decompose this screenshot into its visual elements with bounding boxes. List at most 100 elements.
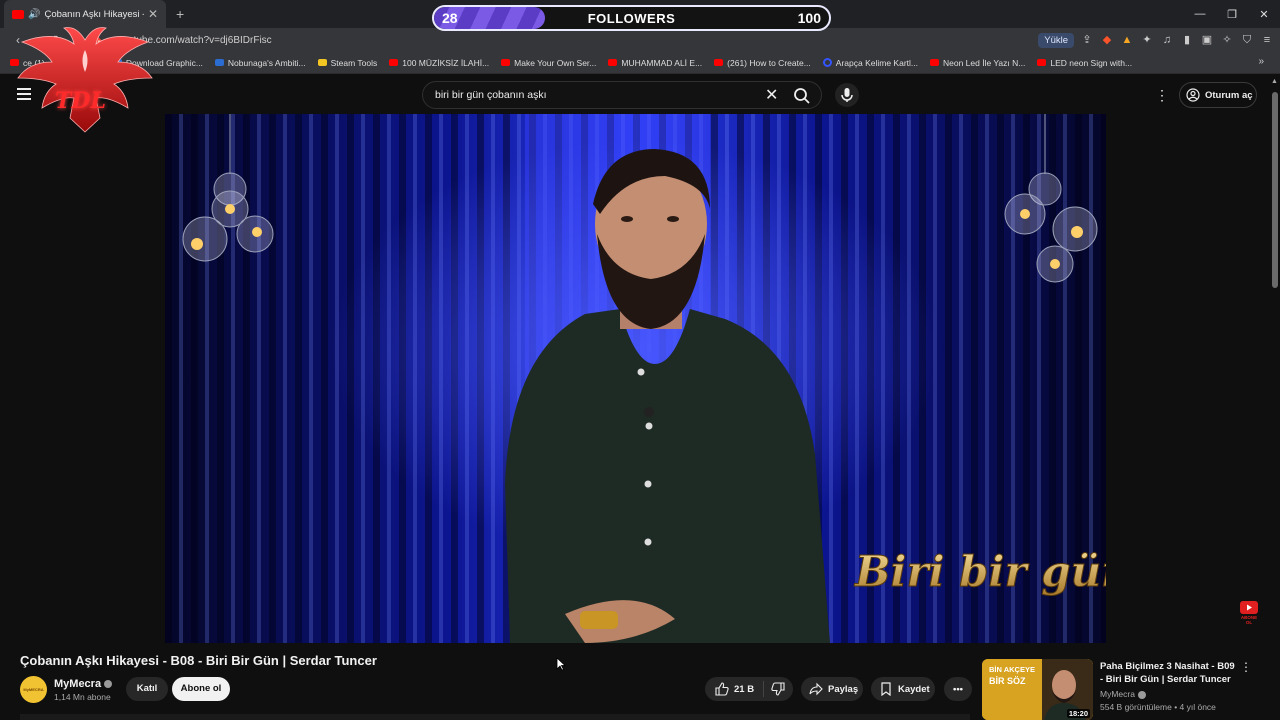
- bookmark-label: Neon Led İle Yazı N...: [942, 57, 1026, 68]
- followers-goal: 100: [797, 10, 821, 26]
- share-icon: [809, 682, 823, 696]
- restore-button[interactable]: ❐: [1216, 8, 1248, 21]
- bookmark-label: Arapça Kelime Kartl...: [835, 57, 918, 68]
- bookmarks-more-icon[interactable]: »: [1258, 56, 1264, 67]
- bookmark-label: Steam Tools: [330, 57, 378, 68]
- recommended-more-icon[interactable]: ⋮: [1240, 660, 1252, 674]
- bookmark-favicon-icon: [317, 59, 327, 66]
- account-icon: [1186, 88, 1200, 102]
- extensions-icon[interactable]: ✦: [1140, 33, 1154, 47]
- channel-avatar[interactable]: MyMECRA: [20, 676, 47, 703]
- address-bar: ‹ › ↻ ⌂ 🔖 utube.com/watch?v=dj6BIDrFisc …: [0, 28, 1280, 52]
- thumbnail-text-1: BİN AKÇEYE: [989, 665, 1035, 674]
- bookmark-favicon-icon: [929, 59, 939, 66]
- upload-button[interactable]: Yükle: [1038, 32, 1074, 48]
- thumbs-down-icon: [771, 682, 785, 696]
- music-icon[interactable]: ♫: [1160, 33, 1174, 47]
- menu-icon[interactable]: ≡: [1260, 33, 1274, 47]
- bookmark-label: 100 MÜZİKSİZ İLAHİ...: [402, 57, 490, 68]
- search-box[interactable]: biri bir gün çobanın aşkı ✕: [422, 81, 822, 109]
- microphone-icon: [841, 88, 853, 102]
- save-button[interactable]: Kaydet: [871, 677, 935, 701]
- logo-text: TDL: [55, 88, 106, 114]
- brave-shield-icon[interactable]: ◆: [1100, 33, 1114, 47]
- sign-in-label: Oturum aç: [1205, 89, 1253, 101]
- comments-divider: [20, 714, 970, 720]
- subscribe-button[interactable]: Abone ol: [172, 677, 230, 701]
- video-title: Çobanın Aşkı Hikayesi - B08 - Biri Bir G…: [20, 653, 377, 668]
- settings-more-icon[interactable]: ⋮: [1155, 87, 1169, 104]
- bookmark-label: Nobunaga's Ambiti...: [227, 57, 306, 68]
- browser-toolbar: Yükle ⇪ ◆ ▲ ✦ ♫ ▮ ▣ ✧ ⛉ ≡: [1038, 28, 1274, 52]
- recommended-video-meta: 554 B görüntüleme • 4 yıl önce: [1100, 702, 1216, 712]
- more-actions-button[interactable]: •••: [944, 677, 972, 701]
- bookmark-label: (261) How to Create...: [727, 57, 811, 68]
- svg-text:OL: OL: [1246, 620, 1253, 625]
- screen: 🔊 Çobanın Aşkı Hikayesi - B08 ✕ + — ❐ ✕ …: [0, 0, 1280, 720]
- minimize-button[interactable]: —: [1184, 8, 1216, 20]
- tdl-phoenix-logo: [17, 27, 153, 133]
- channel-name: MyMecra: [54, 678, 102, 690]
- search-input[interactable]: biri bir gün çobanın aşkı: [435, 89, 546, 101]
- subscribe-watermark-icon[interactable]: ABONE OL: [1238, 601, 1260, 625]
- ai-icon[interactable]: ✧: [1220, 33, 1234, 47]
- mouse-cursor-icon: [556, 657, 566, 671]
- speaker-icon[interactable]: 🔊: [28, 9, 40, 20]
- bookmark-label: Make Your Own Ser...: [514, 57, 597, 68]
- video-overlay-text: Biri bir gün: [854, 547, 1106, 596]
- bookmark-favicon-icon: [822, 58, 832, 67]
- recommended-channel[interactable]: MyMecra: [1100, 689, 1146, 699]
- channel-name-link[interactable]: MyMecra: [54, 678, 113, 690]
- bookmark-item[interactable]: Arapça Kelime Kartl...: [822, 57, 918, 68]
- youtube-header: biri bir gün çobanın aşkı ✕ ⋮ Oturum aç: [0, 75, 1280, 115]
- new-tab-button[interactable]: +: [176, 6, 184, 22]
- clear-search-icon[interactable]: ✕: [765, 85, 778, 105]
- tab-title: Çobanın Aşkı Hikayesi - B08: [44, 8, 143, 20]
- rewards-icon[interactable]: ▲: [1120, 33, 1134, 47]
- bookmark-item[interactable]: LED neon Sign with...: [1037, 58, 1132, 68]
- join-button[interactable]: Katıl: [126, 677, 168, 701]
- bookmark-item[interactable]: Nobunaga's Ambiti...: [214, 57, 306, 68]
- share-page-icon[interactable]: ⇪: [1080, 33, 1094, 47]
- page-scrollbar[interactable]: [1272, 92, 1278, 288]
- wallet-icon[interactable]: ▣: [1200, 33, 1214, 47]
- thumbs-up-icon: [715, 682, 729, 696]
- recommended-video-title[interactable]: Paha Biçilmez 3 Nasihat - B09 - Biri Bir…: [1100, 660, 1240, 686]
- subscriber-count: 1,14 Mn abone: [54, 692, 111, 702]
- sidebar-icon[interactable]: ▮: [1180, 33, 1194, 47]
- vpn-icon[interactable]: ⛉: [1240, 33, 1254, 47]
- scroll-up-icon[interactable]: ▲: [1271, 78, 1278, 85]
- bookmark-favicon-icon: [714, 59, 724, 66]
- voice-search-button[interactable]: [835, 83, 859, 107]
- bookmark-favicon-icon: [389, 59, 399, 66]
- tab-close-icon[interactable]: ✕: [148, 7, 158, 21]
- video-player[interactable]: Biri bir gün: [165, 114, 1106, 643]
- bookmark-label: MUHAMMAD ALİ E...: [621, 57, 703, 68]
- like-count: 21 B: [734, 683, 755, 695]
- video-frame: Biri bir gün: [165, 114, 1106, 643]
- share-button[interactable]: Paylaş: [801, 677, 863, 701]
- bookmark-item[interactable]: Steam Tools: [317, 57, 378, 68]
- bookmark-item[interactable]: MUHAMMAD ALİ E...: [608, 58, 702, 68]
- recommended-video-thumbnail[interactable]: BİN AKÇEYE BİR SÖZ 18:20: [982, 659, 1093, 720]
- dislike-button[interactable]: [764, 682, 792, 696]
- bookmarks-bar: ce (1)erbilişimDownload Graphic...Nobuna…: [0, 52, 1280, 74]
- search-icon[interactable]: [793, 87, 811, 105]
- bookmark-item[interactable]: Neon Led İle Yazı N...: [929, 57, 1026, 68]
- like-button[interactable]: 21 B: [705, 682, 763, 696]
- verified-icon: [104, 680, 113, 689]
- sign-in-button[interactable]: Oturum aç: [1179, 82, 1257, 108]
- bookmark-save-icon: [881, 682, 891, 696]
- bookmark-item[interactable]: 100 MÜZİKSİZ İLAHİ...: [389, 58, 489, 68]
- bookmark-item[interactable]: Make Your Own Ser...: [501, 58, 596, 68]
- bookmark-item[interactable]: (261) How to Create...: [714, 58, 811, 68]
- followers-label: FOLLOWERS: [587, 11, 676, 26]
- close-window-button[interactable]: ✕: [1248, 8, 1280, 21]
- bookmark-label: LED neon Sign with...: [1050, 57, 1133, 68]
- youtube-favicon-icon: [12, 9, 24, 19]
- verified-icon: [1137, 690, 1146, 699]
- bookmark-favicon-icon: [501, 59, 511, 66]
- recommended-channel-name: MyMecra: [1100, 689, 1135, 699]
- bookmark-favicon-icon: [214, 59, 224, 66]
- thumbnail-text-2: BİR SÖZ: [989, 676, 1026, 686]
